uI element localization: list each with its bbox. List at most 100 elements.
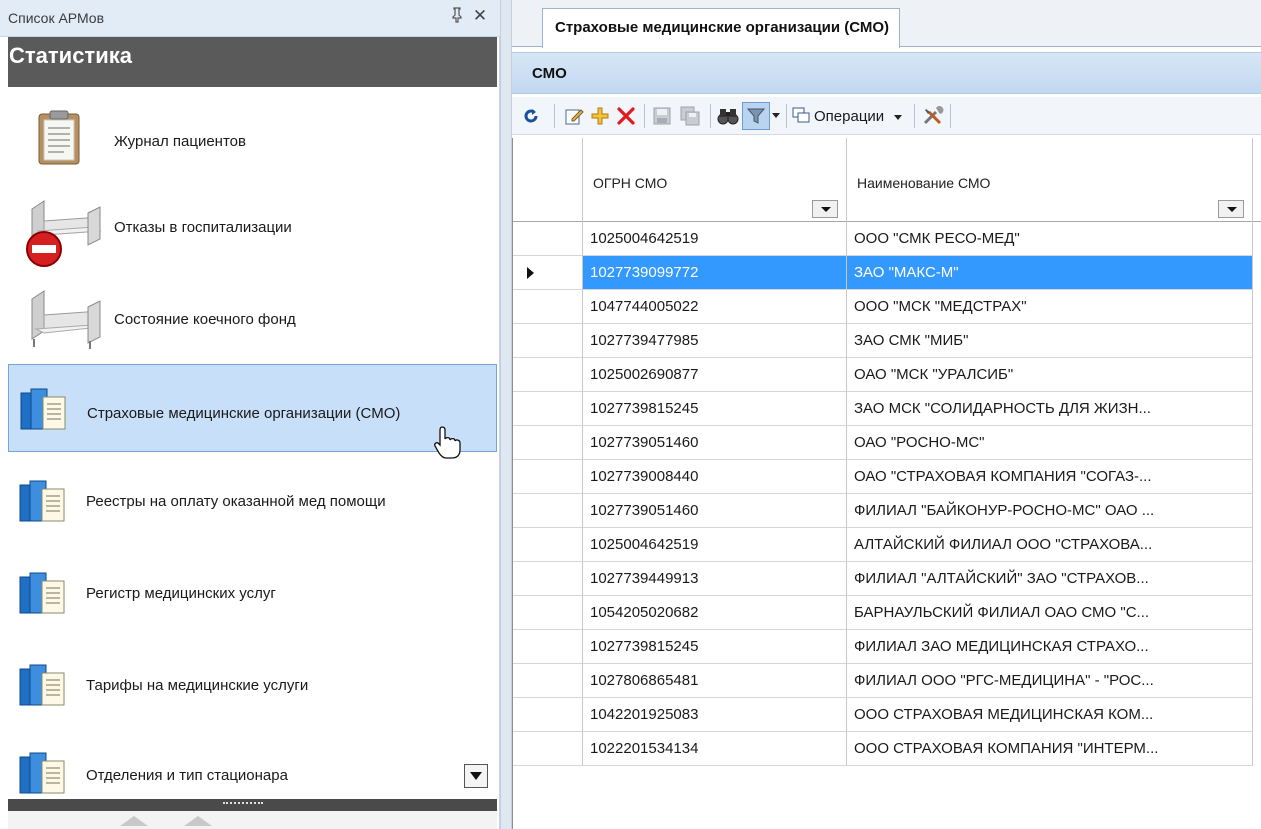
chevron-up-icon[interactable] bbox=[120, 816, 148, 826]
column-header-ogrn[interactable]: ОГРН СМО bbox=[583, 138, 847, 222]
table-row[interactable]: 1027739815245 ЗАО МСК "СОЛИДАРНОСТЬ ДЛЯ Ж… bbox=[513, 392, 1261, 426]
panel-splitter[interactable] bbox=[8, 799, 497, 811]
edit-icon[interactable] bbox=[562, 102, 586, 130]
nav-item-payment-registers[interactable]: Реестры на оплату оказанной мед помощи bbox=[8, 457, 497, 545]
document-area: Страховые медицинские организации (СМО) … bbox=[512, 0, 1261, 829]
delete-icon[interactable] bbox=[614, 102, 638, 130]
cell-name[interactable]: АЛТАЙСКИЙ ФИЛИАЛ ООО "СТРАХОВА... bbox=[847, 528, 1253, 562]
tools-icon[interactable] bbox=[920, 102, 946, 130]
cell-name[interactable]: ФИЛИАЛ ООО "РГС-МЕДИЦИНА" - "РОС... bbox=[847, 664, 1253, 698]
cell-name[interactable]: ООО СТРАХОВАЯ КОМПАНИЯ "ИНТЕРМ... bbox=[847, 732, 1253, 766]
cell-ogrn[interactable]: 1025004642519 bbox=[583, 528, 847, 562]
table-row[interactable]: 1027739008440 ОАО "СТРАХОВАЯ КОМПАНИЯ "СО… bbox=[513, 460, 1261, 494]
row-indicator[interactable] bbox=[513, 358, 583, 392]
cell-name[interactable]: БАРНАУЛЬСКИЙ ФИЛИАЛ ОАО СМО "С... bbox=[847, 596, 1253, 630]
row-indicator[interactable] bbox=[513, 596, 583, 630]
cell-ogrn[interactable]: 1027739051460 bbox=[583, 494, 847, 528]
row-indicator[interactable] bbox=[513, 528, 583, 562]
nav-item-departments[interactable]: Отделения и тип стационара bbox=[8, 733, 497, 799]
cell-name[interactable]: ООО "СМК РЕСО-МЕД" bbox=[847, 222, 1253, 256]
chevron-up-icon[interactable] bbox=[184, 816, 212, 826]
row-indicator[interactable] bbox=[513, 664, 583, 698]
filter-dropdown-icon[interactable] bbox=[770, 102, 782, 130]
table-row[interactable]: 1025004642519 ООО "СМК РЕСО-МЕД" bbox=[513, 222, 1261, 256]
save-icon[interactable] bbox=[650, 102, 674, 130]
row-indicator[interactable] bbox=[513, 562, 583, 596]
nav-item-bed-fund[interactable]: Состояние коечного фонд bbox=[8, 277, 497, 365]
column-filter-dropdown[interactable] bbox=[812, 200, 838, 218]
row-indicator[interactable] bbox=[513, 290, 583, 324]
nav-item-smo[interactable]: Страховые медицинские организации (СМО) bbox=[8, 364, 497, 459]
document-stack-icon bbox=[18, 479, 68, 528]
table-row[interactable]: 1027739051460 ОАО "РОСНО-МС" bbox=[513, 426, 1261, 460]
group-header[interactable]: Статистика bbox=[8, 37, 497, 87]
vertical-splitter[interactable] bbox=[500, 0, 512, 829]
cell-ogrn[interactable]: 1027739815245 bbox=[583, 392, 847, 426]
cell-ogrn[interactable]: 1025002690877 bbox=[583, 358, 847, 392]
document-stack-icon bbox=[18, 751, 68, 800]
row-indicator[interactable] bbox=[513, 460, 583, 494]
column-filter-dropdown[interactable] bbox=[1218, 200, 1244, 218]
binoculars-icon[interactable] bbox=[716, 102, 740, 130]
add-icon[interactable] bbox=[588, 102, 612, 130]
table-row[interactable]: 1047744005022 ООО "МСК "МЕДСТРАХ" bbox=[513, 290, 1261, 324]
cell-name[interactable]: ЗАО МСК "СОЛИДАРНОСТЬ ДЛЯ ЖИЗН... bbox=[847, 392, 1253, 426]
cell-name[interactable]: ОАО "РОСНО-МС" bbox=[847, 426, 1253, 460]
close-icon[interactable]: ✕ bbox=[471, 6, 489, 26]
nav-item-medical-services-register[interactable]: Регистр медицинских услуг bbox=[8, 549, 497, 637]
table-row[interactable]: 1022201534134 ООО СТРАХОВАЯ КОМПАНИЯ "ИНТ… bbox=[513, 732, 1261, 766]
cell-name[interactable]: ООО "МСК "МЕДСТРАХ" bbox=[847, 290, 1253, 324]
row-indicator[interactable] bbox=[513, 494, 583, 528]
row-indicator[interactable] bbox=[513, 698, 583, 732]
column-header-name[interactable]: Наименование СМО bbox=[847, 138, 1253, 222]
cell-ogrn[interactable]: 1047744005022 bbox=[583, 290, 847, 324]
row-indicator[interactable] bbox=[513, 426, 583, 460]
cell-name[interactable]: ФИЛИАЛ ЗАО МЕДИЦИНСКАЯ СТРАХО... bbox=[847, 630, 1253, 664]
cell-ogrn[interactable]: 1027739815245 bbox=[583, 630, 847, 664]
cell-name[interactable]: ЗАО "МАКС-М" bbox=[847, 256, 1253, 290]
tab-smo[interactable]: Страховые медицинские организации (СМО) bbox=[542, 8, 901, 48]
table-row[interactable]: 1027806865481 ФИЛИАЛ ООО "РГС-МЕДИЦИНА" -… bbox=[513, 664, 1261, 698]
cell-name[interactable]: ФИЛИАЛ "БАЙКОНУР-РОСНО-МС" ОАО ... bbox=[847, 494, 1253, 528]
cell-ogrn[interactable]: 1027739449913 bbox=[583, 562, 847, 596]
cell-ogrn[interactable]: 1022201534134 bbox=[583, 732, 847, 766]
cell-name[interactable]: ООО СТРАХОВАЯ МЕДИЦИНСКАЯ КОМ... bbox=[847, 698, 1253, 732]
cell-name[interactable]: ЗАО СМК "МИБ" bbox=[847, 324, 1253, 358]
row-indicator[interactable] bbox=[513, 324, 583, 358]
row-indicator-header bbox=[513, 138, 583, 222]
nav-item-hospitalization-refusals[interactable]: Отказы в госпитализации bbox=[8, 187, 497, 275]
row-indicator[interactable] bbox=[513, 732, 583, 766]
operations-button[interactable]: Операции bbox=[792, 102, 910, 130]
table-row[interactable]: 1027739449913 ФИЛИАЛ "АЛТАЙСКИЙ" ЗАО "СТР… bbox=[513, 562, 1261, 596]
cell-name[interactable]: ФИЛИАЛ "АЛТАЙСКИЙ" ЗАО "СТРАХОВ... bbox=[847, 562, 1253, 596]
cell-name[interactable]: ОАО "МСК "УРАЛСИБ" bbox=[847, 358, 1253, 392]
filter-icon[interactable] bbox=[742, 102, 770, 130]
table-row[interactable]: 1025004642519 АЛТАЙСКИЙ ФИЛИАЛ ООО "СТРАХ… bbox=[513, 528, 1261, 562]
row-indicator[interactable] bbox=[513, 392, 583, 426]
refresh-icon[interactable] bbox=[520, 102, 542, 130]
row-indicator[interactable] bbox=[513, 222, 583, 256]
cell-ogrn[interactable]: 1042201925083 bbox=[583, 698, 847, 732]
cell-ogrn[interactable]: 1027739051460 bbox=[583, 426, 847, 460]
table-row[interactable]: 1027739051460 ФИЛИАЛ "БАЙКОНУР-РОСНО-МС" … bbox=[513, 494, 1261, 528]
cell-name[interactable]: ОАО "СТРАХОВАЯ КОМПАНИЯ "СОГАЗ-... bbox=[847, 460, 1253, 494]
cell-ogrn[interactable]: 1027739477985 bbox=[583, 324, 847, 358]
table-row[interactable]: 1027739815245 ФИЛИАЛ ЗАО МЕДИЦИНСКАЯ СТРА… bbox=[513, 630, 1261, 664]
cell-ogrn[interactable]: 1027739008440 bbox=[583, 460, 847, 494]
table-row[interactable]: 1025002690877 ОАО "МСК "УРАЛСИБ" bbox=[513, 358, 1261, 392]
row-indicator[interactable] bbox=[513, 256, 583, 290]
save-all-icon[interactable] bbox=[678, 102, 702, 130]
nav-item-patient-journal[interactable]: Журнал пациентов bbox=[8, 95, 497, 183]
table-row[interactable]: 1042201925083 ООО СТРАХОВАЯ МЕДИЦИНСКАЯ К… bbox=[513, 698, 1261, 732]
cell-ogrn[interactable]: 1027739099772 bbox=[583, 256, 847, 290]
table-row-selected[interactable]: 1027739099772 ЗАО "МАКС-М" bbox=[513, 256, 1261, 290]
cell-ogrn[interactable]: 1054205020682 bbox=[583, 596, 847, 630]
table-row[interactable]: 1054205020682 БАРНАУЛЬСКИЙ ФИЛИАЛ ОАО СМО… bbox=[513, 596, 1261, 630]
scroll-down-button[interactable] bbox=[464, 764, 488, 788]
table-row[interactable]: 1027739477985 ЗАО СМК "МИБ" bbox=[513, 324, 1261, 358]
row-indicator[interactable] bbox=[513, 630, 583, 664]
cell-ogrn[interactable]: 1027806865481 bbox=[583, 664, 847, 698]
pin-icon[interactable] bbox=[448, 7, 466, 27]
nav-item-service-tariffs[interactable]: Тарифы на медицинские услуги bbox=[8, 641, 497, 729]
cell-ogrn[interactable]: 1025004642519 bbox=[583, 222, 847, 256]
